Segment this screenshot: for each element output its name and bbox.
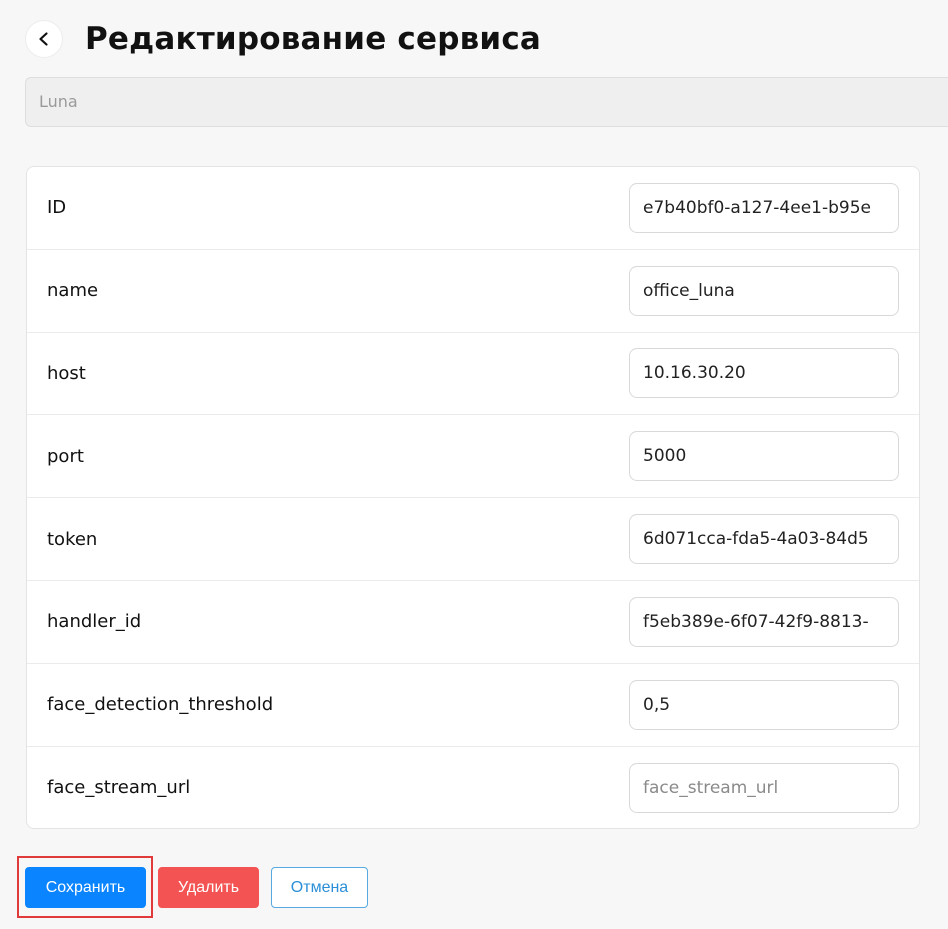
field-label: name xyxy=(47,280,99,302)
field-label: handler_id xyxy=(47,611,142,633)
field-row-face-stream-url: face_stream_url xyxy=(27,747,919,828)
field-row-id: ID xyxy=(27,167,919,250)
field-row-token: token xyxy=(27,498,919,581)
field-label: ID xyxy=(47,197,67,219)
field-row-port: port xyxy=(27,415,919,499)
edit-service-page: Редактирование сервиса Luna ID name host… xyxy=(0,0,948,929)
host-input[interactable] xyxy=(629,348,899,399)
delete-button[interactable]: Удалить xyxy=(158,867,259,908)
handler-id-input[interactable] xyxy=(629,596,899,647)
service-type-field: Luna xyxy=(25,77,948,127)
token-input[interactable] xyxy=(629,514,899,565)
page-title: Редактирование сервиса xyxy=(85,21,542,57)
face-detection-threshold-input[interactable] xyxy=(629,679,899,730)
field-label: token xyxy=(47,528,98,550)
field-row-face-detection-threshold: face_detection_threshold xyxy=(27,664,919,747)
chevron-left-icon xyxy=(36,31,52,47)
back-button[interactable] xyxy=(25,20,63,58)
field-row-name: name xyxy=(27,250,919,333)
field-label: host xyxy=(47,362,86,384)
field-row-host: host xyxy=(27,333,919,416)
id-input[interactable] xyxy=(629,182,899,233)
field-row-handler-id: handler_id xyxy=(27,581,919,664)
save-button[interactable]: Сохранить xyxy=(25,867,146,908)
field-label: face_detection_threshold xyxy=(47,694,274,716)
field-label: port xyxy=(47,445,84,467)
name-input[interactable] xyxy=(629,265,899,316)
port-input[interactable] xyxy=(629,431,899,482)
service-fields-card: ID name host port token handler_id face_… xyxy=(26,166,920,829)
face-stream-url-input[interactable] xyxy=(629,762,899,813)
field-label: face_stream_url xyxy=(47,777,191,799)
cancel-button[interactable]: Отмена xyxy=(271,867,368,908)
